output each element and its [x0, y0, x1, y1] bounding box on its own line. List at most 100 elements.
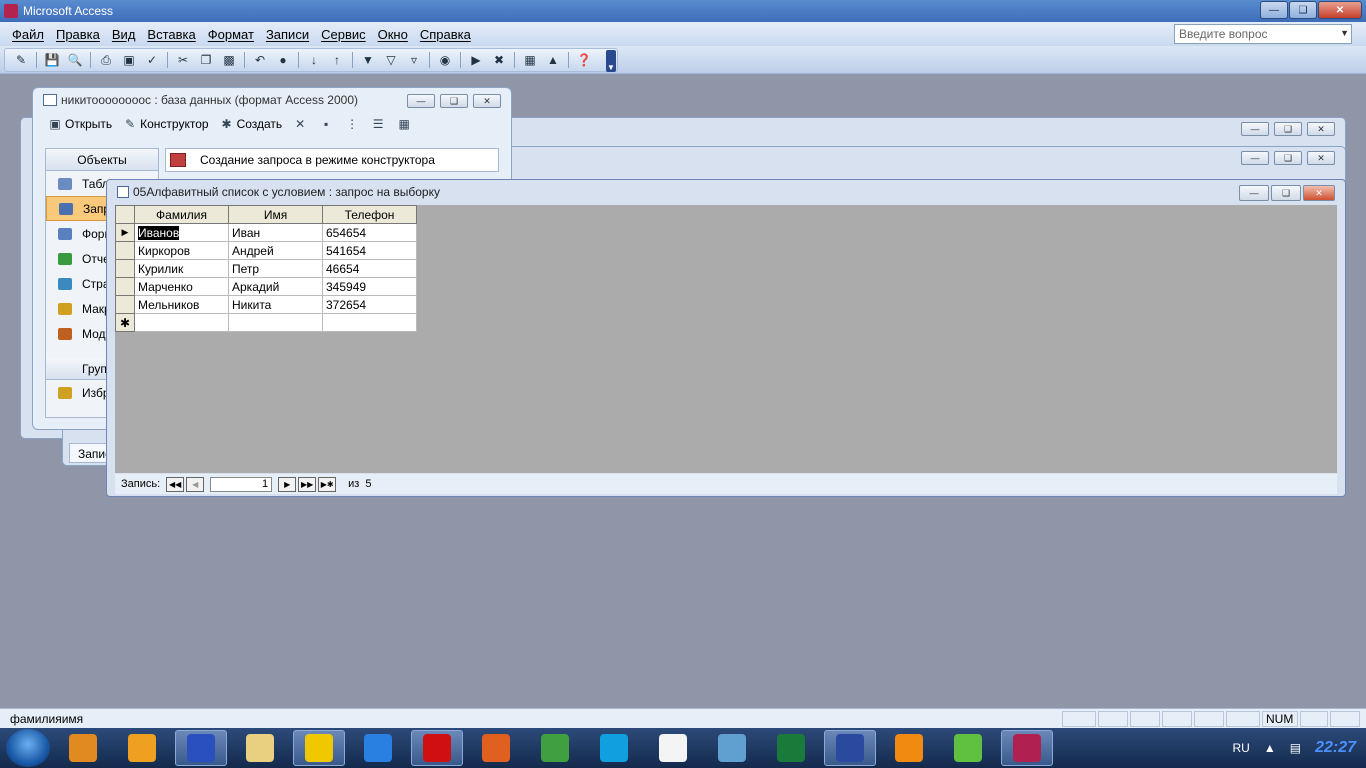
taskbar-app-button[interactable]	[175, 730, 227, 766]
menu-file[interactable]: Файл	[6, 27, 50, 42]
table-cell[interactable]: Марченко	[134, 277, 229, 296]
open-button[interactable]: ▣ Открыть	[47, 117, 112, 131]
table-cell[interactable]: Киркоров	[134, 241, 229, 260]
new-record-nav-button[interactable]: ▶✱	[318, 476, 337, 492]
current-record-indicator-icon[interactable]: ▶	[115, 223, 135, 242]
table-cell[interactable]: Мельников	[134, 295, 229, 314]
details-view-icon[interactable]: ▦	[396, 117, 412, 131]
large-icons-icon[interactable]: ▪	[318, 117, 334, 131]
apply-filter-icon[interactable]: ▿	[404, 51, 424, 69]
close-button[interactable]: ✕	[1307, 151, 1335, 165]
menu-view[interactable]: Вид	[106, 27, 142, 42]
delete-icon[interactable]: ✕	[292, 117, 308, 131]
restore-button[interactable]: ❑	[1289, 1, 1317, 19]
restore-button[interactable]: ❑	[1274, 151, 1302, 165]
paste-icon[interactable]: ▩	[219, 51, 239, 69]
ask-question-input[interactable]: Введите вопрос ▼	[1174, 24, 1352, 44]
record-selector[interactable]	[115, 277, 135, 296]
select-all-cell[interactable]	[115, 205, 135, 224]
record-selector[interactable]	[115, 241, 135, 260]
new-record-asterisk-icon[interactable]: ✱	[115, 313, 135, 332]
table-cell[interactable]	[322, 313, 417, 332]
menu-edit[interactable]: Правка	[50, 27, 106, 42]
database-window-icon[interactable]: ▦	[520, 51, 540, 69]
taskbar-app-button[interactable]	[234, 730, 286, 766]
table-cell[interactable]: Андрей	[228, 241, 323, 260]
record-selector[interactable]	[115, 259, 135, 278]
save-icon[interactable]: 💾	[42, 51, 62, 69]
small-icons-icon[interactable]: ⋮	[344, 117, 360, 131]
delete-record-icon[interactable]: ✖	[489, 51, 509, 69]
table-cell[interactable]: 345949	[322, 277, 417, 296]
next-record-button[interactable]: ▶	[278, 476, 297, 492]
record-number-input[interactable]: 1	[210, 476, 273, 492]
first-record-button[interactable]: ◀◀	[166, 476, 185, 492]
minimize-button[interactable]: —	[1260, 1, 1288, 19]
create-button[interactable]: ✱ Создать	[219, 117, 283, 131]
menu-window[interactable]: Окно	[372, 27, 414, 42]
list-item[interactable]: Создание запроса в режиме конструктора	[200, 153, 435, 167]
new-record-icon[interactable]: ▶	[466, 51, 486, 69]
table-cell[interactable]: 541654	[322, 241, 417, 260]
taskbar-app-button[interactable]	[765, 730, 817, 766]
database-window-title-bar[interactable]: никитоооооооос : база данных (формат Acc…	[33, 88, 511, 112]
close-button[interactable]: ✕	[1307, 122, 1335, 136]
search-icon[interactable]: 🔍	[65, 51, 85, 69]
table-cell[interactable]: Курилик	[134, 259, 229, 278]
filter-selection-icon[interactable]: ▼	[358, 51, 378, 69]
column-header-lastname[interactable]: Фамилия	[134, 205, 229, 224]
taskbar-app-button[interactable]	[588, 730, 640, 766]
taskbar-app-button[interactable]	[529, 730, 581, 766]
menu-insert[interactable]: Вставка	[141, 27, 201, 42]
restore-button[interactable]: ❑	[1271, 185, 1301, 201]
new-object-icon[interactable]: ▲	[543, 51, 563, 69]
table-cell[interactable]	[134, 313, 229, 332]
minimize-button[interactable]: —	[1241, 122, 1269, 136]
minimize-button[interactable]: —	[407, 94, 435, 108]
query-datasheet-window[interactable]: 05Алфавитный список с условием : запрос …	[106, 179, 1346, 497]
list-view-icon[interactable]: ☰	[370, 117, 386, 131]
app-title-bar[interactable]: Microsoft Access — ❑ ✕	[0, 0, 1366, 22]
sort-asc-icon[interactable]: ↓	[304, 51, 324, 69]
close-button[interactable]: ✕	[1303, 185, 1335, 201]
help-icon[interactable]: ❓	[574, 51, 594, 69]
column-header-phone[interactable]: Телефон	[322, 205, 417, 224]
record-selector[interactable]	[115, 295, 135, 314]
taskbar-app-button[interactable]	[57, 730, 109, 766]
column-header-firstname[interactable]: Имя	[228, 205, 323, 224]
clock[interactable]: 22:27	[1315, 739, 1356, 757]
objects-header[interactable]: Объекты	[46, 149, 158, 171]
hyperlink-icon[interactable]: ●	[273, 51, 293, 69]
taskbar-app-button[interactable]	[706, 730, 758, 766]
previous-record-button[interactable]: ◀	[186, 476, 205, 492]
cut-icon[interactable]: ✂	[173, 51, 193, 69]
close-button[interactable]: ✕	[473, 94, 501, 108]
restore-button[interactable]: ❑	[440, 94, 468, 108]
taskbar-app-button[interactable]	[470, 730, 522, 766]
design-button[interactable]: ✎ Конструктор	[122, 117, 208, 131]
taskbar-app-button[interactable]	[116, 730, 168, 766]
chevron-down-icon[interactable]: ▼	[1340, 28, 1349, 38]
taskbar-app-button[interactable]	[824, 730, 876, 766]
language-indicator[interactable]: RU	[1233, 741, 1250, 755]
spelling-icon[interactable]: ✓	[142, 51, 162, 69]
toolbar-options-chevron-icon[interactable]: ▼	[606, 50, 616, 72]
objects-list[interactable]: Создание запроса в режиме конструктора	[165, 148, 499, 172]
tray-expand-icon[interactable]: ▲	[1264, 741, 1276, 755]
taskbar-app-button[interactable]	[411, 730, 463, 766]
menu-help[interactable]: Справка	[414, 27, 477, 42]
design-view-icon[interactable]: ✎	[11, 51, 31, 69]
print-icon[interactable]: ⎙	[96, 51, 116, 69]
restore-button[interactable]: ❑	[1274, 122, 1302, 136]
table-cell[interactable]: 46654	[322, 259, 417, 278]
close-button[interactable]: ✕	[1318, 1, 1362, 19]
sort-desc-icon[interactable]: ↑	[327, 51, 347, 69]
taskbar-app-button[interactable]	[883, 730, 935, 766]
table-cell[interactable]: 372654	[322, 295, 417, 314]
menu-records[interactable]: Записи	[260, 27, 315, 42]
table-cell[interactable]: Никита	[228, 295, 323, 314]
taskbar-app-button[interactable]	[647, 730, 699, 766]
find-icon[interactable]: ◉	[435, 51, 455, 69]
minimize-button[interactable]: —	[1241, 151, 1269, 165]
taskbar-app-button[interactable]	[1001, 730, 1053, 766]
